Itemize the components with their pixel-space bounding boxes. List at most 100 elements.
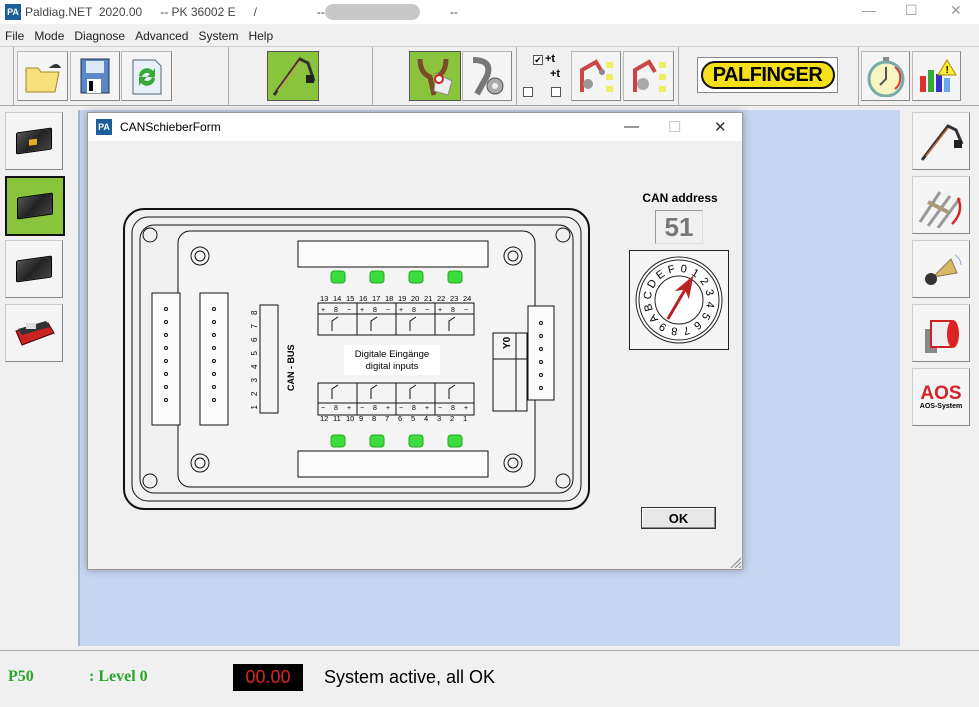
toolbar: ✔ +t +t PALFINGER ! bbox=[0, 46, 979, 106]
timer-display: 00.00 bbox=[233, 664, 303, 691]
folder-icon bbox=[25, 64, 61, 93]
aos-logo-text: AOS bbox=[920, 382, 962, 404]
bottom-pin-polarity: + bbox=[425, 405, 429, 412]
can-pin-number: 3 bbox=[250, 378, 259, 383]
checkbox-1-label: +t bbox=[545, 53, 556, 65]
bottom-pin-polarity: − bbox=[360, 405, 364, 412]
tools-button[interactable] bbox=[462, 51, 512, 101]
bottom-pin-polarity: 8 bbox=[373, 405, 377, 412]
top-pin-polarity: + bbox=[399, 307, 403, 314]
aos-system-button[interactable]: AOS AOS-System bbox=[912, 368, 970, 426]
lever-button[interactable] bbox=[912, 176, 970, 234]
top-pin-polarity: + bbox=[360, 307, 364, 314]
status-message: System active, all OK bbox=[324, 667, 496, 687]
remote-control-button[interactable] bbox=[5, 304, 63, 362]
stopwatch-icon bbox=[867, 57, 904, 97]
can-pin-number: 5 bbox=[250, 351, 259, 356]
y0-label: Y0 bbox=[502, 336, 513, 349]
top-pin-number: 23 bbox=[450, 294, 458, 303]
menu-system[interactable]: System bbox=[193, 29, 243, 43]
top-pin-number: 21 bbox=[424, 294, 432, 303]
crane-config-2-icon bbox=[632, 59, 666, 92]
top-pin-polarity: 8 bbox=[373, 307, 377, 314]
top-pin-number: 18 bbox=[385, 294, 393, 303]
chart-warning-icon: ! bbox=[919, 59, 957, 92]
brand-name: PALFINGER bbox=[700, 61, 835, 89]
svg-text:!: ! bbox=[945, 65, 948, 76]
checkbox-1[interactable]: ✔ bbox=[533, 55, 543, 65]
resize-grip-icon[interactable] bbox=[730, 557, 742, 569]
mounting-hole bbox=[142, 473, 158, 489]
horn-icon bbox=[925, 254, 962, 285]
crane-config-2-button[interactable] bbox=[623, 51, 674, 101]
top-pin-number: 22 bbox=[437, 294, 445, 303]
address-rotary-switch[interactable]: 0 123456789ABCDE F bbox=[629, 250, 729, 350]
save-button[interactable] bbox=[70, 51, 120, 101]
checkbox-2[interactable] bbox=[523, 87, 533, 97]
can-address-label: CAN address bbox=[642, 191, 718, 205]
checkbox-2-label: +t bbox=[550, 68, 561, 80]
level-indicator: : Level 0 bbox=[89, 668, 148, 685]
can-address-value: 51 bbox=[655, 210, 703, 244]
horn-button[interactable] bbox=[912, 240, 970, 298]
statistics-button[interactable]: ! bbox=[912, 51, 961, 101]
module-1-button[interactable] bbox=[5, 112, 63, 170]
module-2-button[interactable] bbox=[5, 176, 65, 236]
minimize-button[interactable]: — bbox=[862, 2, 876, 18]
program-id: P50 bbox=[8, 668, 34, 685]
menu-bar: File Mode Diagnose Advanced System Help bbox=[0, 26, 979, 45]
wrench-nut-icon bbox=[472, 57, 504, 96]
bottom-pin-polarity: 8 bbox=[334, 405, 338, 412]
top-pin-polarity: 8 bbox=[451, 307, 455, 314]
input-led bbox=[330, 434, 346, 448]
crane-view-button[interactable] bbox=[912, 112, 970, 170]
can-pin-number: 7 bbox=[250, 324, 259, 329]
title-slash: / bbox=[253, 5, 257, 19]
slingshot-sensor-icon bbox=[417, 58, 453, 96]
top-pin-polarity: + bbox=[321, 307, 325, 314]
divider bbox=[13, 47, 14, 105]
top-pin-number: 24 bbox=[463, 294, 471, 303]
bottom-pin-polarity: − bbox=[438, 405, 442, 412]
mounting-hole bbox=[142, 227, 158, 243]
top-pin-polarity: 8 bbox=[334, 307, 338, 314]
input-led bbox=[369, 434, 385, 448]
timer-button[interactable] bbox=[861, 51, 910, 101]
module-3-button[interactable] bbox=[5, 240, 63, 298]
menu-help[interactable]: Help bbox=[243, 29, 278, 43]
remote-control-icon bbox=[15, 321, 55, 346]
top-pin-number: 14 bbox=[333, 294, 341, 303]
maximize-button[interactable]: ☐ bbox=[905, 2, 918, 19]
bottom-pin-polarity: 8 bbox=[412, 405, 416, 412]
bottom-connector bbox=[297, 450, 489, 478]
menu-diagnose[interactable]: Diagnose bbox=[69, 29, 130, 43]
top-pin-polarity: − bbox=[347, 307, 351, 314]
input-led bbox=[369, 270, 385, 284]
menu-file[interactable]: File bbox=[0, 29, 29, 43]
crane-button[interactable] bbox=[267, 51, 319, 101]
winch-button[interactable] bbox=[912, 304, 970, 362]
open-button[interactable] bbox=[17, 51, 68, 101]
aos-subtitle: AOS-System bbox=[919, 402, 963, 410]
top-pin-polarity: − bbox=[464, 307, 468, 314]
sensor-button[interactable] bbox=[409, 51, 461, 101]
bottom-pin-polarity: + bbox=[464, 405, 468, 412]
menu-advanced[interactable]: Advanced bbox=[130, 29, 193, 43]
bottom-pin-polarity: 8 bbox=[451, 405, 455, 412]
crane-arm-icon bbox=[920, 124, 964, 161]
refresh-button[interactable] bbox=[121, 51, 172, 101]
center-label-en: digital inputs bbox=[366, 361, 419, 372]
app-title: Paldiag.NET 2020.00 bbox=[25, 5, 143, 19]
mounting-hole bbox=[555, 473, 571, 489]
menu-mode[interactable]: Mode bbox=[29, 29, 69, 43]
crane-config-icon bbox=[580, 59, 613, 92]
can-pin-number: 2 bbox=[250, 391, 259, 396]
bottom-pin-polarity: − bbox=[321, 405, 325, 412]
close-button[interactable]: ✕ bbox=[950, 2, 962, 19]
checkbox-3[interactable] bbox=[551, 87, 561, 97]
redacted-serial bbox=[324, 4, 420, 20]
input-led bbox=[447, 270, 463, 284]
crane-config-button[interactable] bbox=[571, 51, 621, 101]
ok-button[interactable]: OK bbox=[641, 507, 716, 529]
can-bus-label: CAN - BUS bbox=[286, 345, 296, 392]
